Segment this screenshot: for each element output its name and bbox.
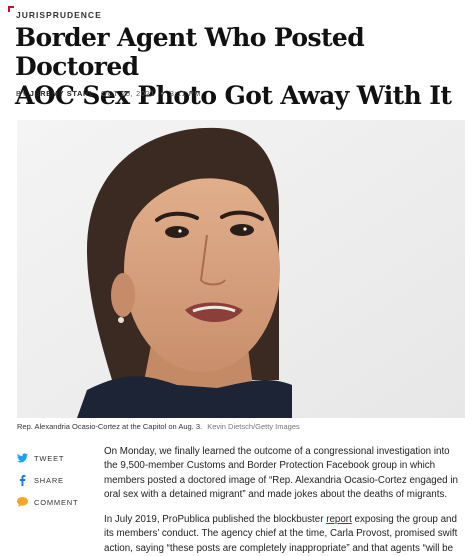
comment-icon: [16, 496, 28, 508]
comment-label: COMMENT: [34, 497, 79, 507]
paragraph-2: In July 2019, ProPublica published the b…: [104, 513, 464, 556]
share-label: SHARE: [34, 475, 64, 485]
tweet-button[interactable]: TWEET: [16, 447, 106, 469]
tweet-label: TWEET: [34, 453, 65, 463]
byline-separator: •: [160, 89, 164, 98]
share-toolbar: TWEET SHARE COMMENT: [16, 447, 106, 513]
caption-text: Rep. Alexandria Ocasio-Cortez at the Cap…: [17, 422, 203, 431]
section-kicker[interactable]: JURISPRUDENCE: [16, 10, 102, 20]
report-link[interactable]: report: [326, 514, 352, 525]
comment-button[interactable]: COMMENT: [16, 491, 106, 513]
publish-date: OCT 25, 2021: [100, 89, 156, 98]
portrait-illustration: [17, 120, 465, 418]
byline: BY JEREMY STAHL OCT 25, 2021 • 3:11 PM: [16, 89, 201, 98]
publish-time: 3:11 PM: [169, 89, 202, 98]
twitter-icon: [16, 452, 28, 464]
article-body: On Monday, we finally learned the outcom…: [104, 445, 464, 556]
image-caption: Rep. Alexandria Ocasio-Cortez at the Cap…: [17, 422, 300, 431]
facebook-share-button[interactable]: SHARE: [16, 469, 106, 491]
headline-line-1: Border Agent Who Posted Doctored: [15, 23, 365, 81]
paragraph-2-start: In July 2019, ProPublica published the b…: [104, 514, 327, 526]
hero-photo: [17, 120, 465, 418]
author-link[interactable]: JEREMY STAHL: [30, 89, 94, 98]
paragraph-1: On Monday, we finally learned the outcom…: [104, 446, 458, 500]
corner-accent: [8, 6, 14, 12]
byline-prefix: BY: [16, 89, 28, 98]
facebook-icon: [16, 474, 28, 486]
photo-credit: Kevin Dietsch/Getty Images: [207, 422, 300, 431]
